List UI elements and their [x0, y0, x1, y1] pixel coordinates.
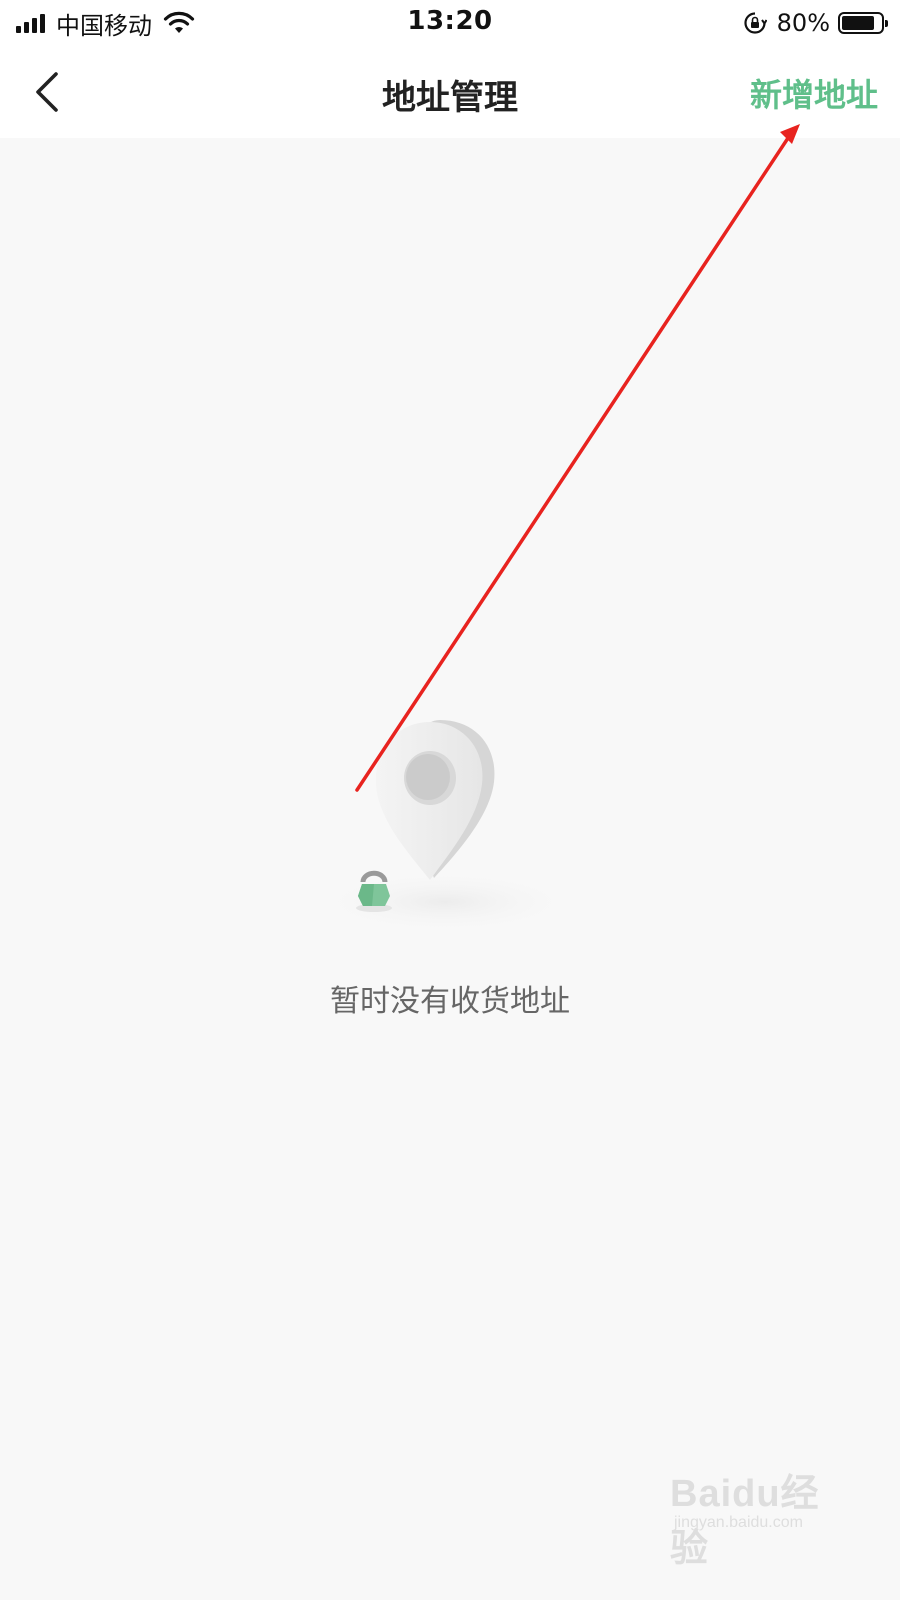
nav-bar: 地址管理 新增地址	[0, 46, 900, 138]
status-right: 80%	[743, 8, 888, 38]
rotation-lock-icon	[744, 12, 767, 34]
empty-message: 暂时没有收货地址	[330, 984, 570, 1019]
watermark-url: jingyan.baidu.com	[674, 1514, 803, 1531]
map-pin-icon	[310, 720, 580, 934]
battery-fill	[842, 16, 874, 30]
baidu-watermark: Baidu经验 jingyan.baidu.com	[670, 1462, 850, 1570]
battery-icon	[838, 12, 888, 34]
status-bar: 中国移动 13:20 80%	[0, 0, 900, 46]
battery-percent: 80%	[776, 9, 830, 37]
add-address-button[interactable]: 新增地址	[750, 70, 878, 116]
